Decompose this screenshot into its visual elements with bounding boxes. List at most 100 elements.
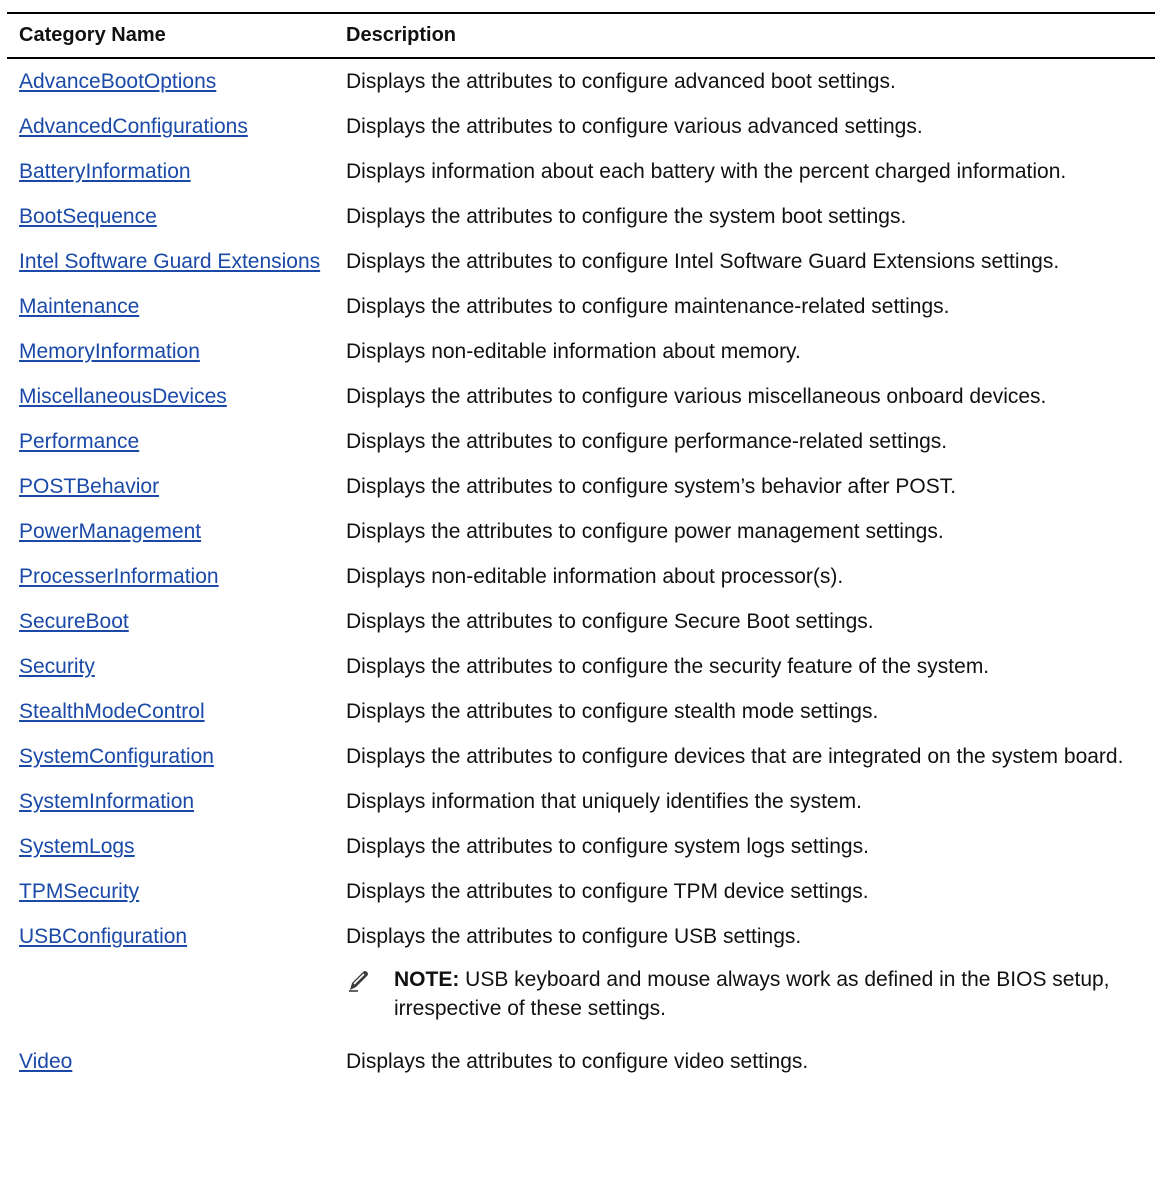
table-row: SecureBoot Displays the attributes to con… <box>7 599 1155 644</box>
table-row: AdvancedConfigurations Displays the attri… <box>7 104 1155 149</box>
description-text: Displays the attributes to configure adv… <box>346 70 896 93</box>
description-text: Displays the attributes to configure mai… <box>346 295 950 318</box>
table-row: MiscellaneousDevices Displays the attribu… <box>7 374 1155 419</box>
category-cell: Performance <box>7 419 337 464</box>
category-link[interactable]: SystemLogs <box>19 835 135 858</box>
table-row: SystemLogs Displays the attributes to con… <box>7 824 1155 869</box>
category-link[interactable]: StealthModeControl <box>19 700 205 723</box>
table-row: TPMSecurity Displays the attributes to co… <box>7 869 1155 914</box>
table-row: ProcesserInformation Displays non-editabl… <box>7 554 1155 599</box>
description-cell: Displays the attributes to configure dev… <box>337 734 1155 779</box>
description-cell: Displays the attributes to configure ste… <box>337 689 1155 734</box>
description-text: Displays the attributes to configure var… <box>346 385 1047 408</box>
description-cell: Displays the attributes to configure Int… <box>337 239 1155 284</box>
category-cell: Video <box>7 1039 337 1084</box>
category-cell: MemoryInformation <box>7 329 337 374</box>
category-link[interactable]: SecureBoot <box>19 610 129 633</box>
category-cell: BatteryInformation <box>7 149 337 194</box>
description-text: Displays the attributes to configure ste… <box>346 700 879 723</box>
header-description: Description <box>346 24 457 46</box>
description-text: Displays the attributes to configure per… <box>346 430 948 453</box>
description-cell: Displays the attributes to configure Sec… <box>337 599 1155 644</box>
category-cell: BootSequence <box>7 194 337 239</box>
category-link[interactable]: Performance <box>19 430 139 453</box>
category-link[interactable]: Intel Software Guard Extensions <box>19 250 320 273</box>
category-cell: MiscellaneousDevices <box>7 374 337 419</box>
table-row: USBConfiguration Displays the attributes … <box>7 914 1155 1039</box>
table-row: BootSequence Displays the attributes to c… <box>7 194 1155 239</box>
description-cell: Displays the attributes to configure per… <box>337 419 1155 464</box>
description-text: Displays the attributes to configure var… <box>346 115 923 138</box>
description-cell: Displays the attributes to configure the… <box>337 194 1155 239</box>
category-cell: POSTBehavior <box>7 464 337 509</box>
description-text: Displays the attributes to configure sys… <box>346 835 869 858</box>
category-cell: TPMSecurity <box>7 869 337 914</box>
description-cell: Displays the attributes to configure the… <box>337 644 1155 689</box>
description-cell: Displays information about each battery … <box>337 149 1155 194</box>
description-cell: Displays information that uniquely ident… <box>337 779 1155 824</box>
pencil-icon <box>349 971 368 992</box>
category-cell: SystemInformation <box>7 779 337 824</box>
description-text: Displays non-editable information about … <box>346 340 801 363</box>
category-cell: Security <box>7 644 337 689</box>
category-link[interactable]: BatteryInformation <box>19 160 191 183</box>
category-link[interactable]: BootSequence <box>19 205 157 228</box>
description-cell: Displays the attributes to configure mai… <box>337 284 1155 329</box>
table-row: MemoryInformation Displays non-editable i… <box>7 329 1155 374</box>
description-text: Displays the attributes to configure sys… <box>346 475 957 498</box>
category-cell: SystemConfiguration <box>7 734 337 779</box>
description-cell: Displays the attributes to configure var… <box>337 374 1155 419</box>
table-row: SystemConfiguration Displays the attribut… <box>7 734 1155 779</box>
category-link[interactable]: AdvanceBootOptions <box>19 70 216 93</box>
category-link[interactable]: USBConfiguration <box>19 925 187 948</box>
category-link[interactable]: Video <box>19 1050 72 1073</box>
description-cell: Displays the attributes to configure sys… <box>337 464 1155 509</box>
description-text: Displays non-editable information about … <box>346 565 844 588</box>
category-link[interactable]: Maintenance <box>19 295 139 318</box>
description-cell: Displays the attributes to configure adv… <box>337 58 1155 104</box>
description-text: Displays the attributes to configure the… <box>346 655 990 678</box>
category-cell: ProcesserInformation <box>7 554 337 599</box>
description-text: Displays the attributes to configure dev… <box>346 745 1124 768</box>
description-text: Displays information that uniquely ident… <box>346 790 862 813</box>
description-cell: Displays non-editable information about … <box>337 554 1155 599</box>
category-link[interactable]: Security <box>19 655 95 678</box>
table-row: StealthModeControl Displays the attribute… <box>7 689 1155 734</box>
note-label: NOTE: <box>394 968 460 991</box>
category-link[interactable]: MemoryInformation <box>19 340 200 363</box>
description-cell: Displays the attributes to configure USB… <box>337 914 1155 1039</box>
table-row: Video Displays the attributes to configur… <box>7 1039 1155 1084</box>
description-text: Displays the attributes to configure Sec… <box>346 610 874 633</box>
description-cell: Displays the attributes to configure TPM… <box>337 869 1155 914</box>
description-cell: Displays non-editable information about … <box>337 329 1155 374</box>
table-row: POSTBehavior Displays the attributes to c… <box>7 464 1155 509</box>
description-cell: Displays the attributes to configure pow… <box>337 509 1155 554</box>
description-text: Displays the attributes to configure USB… <box>346 925 802 948</box>
table-header: Category Name Description <box>7 13 1155 58</box>
category-link[interactable]: POSTBehavior <box>19 475 159 498</box>
table-row: AdvanceBootOptions Displays the attribute… <box>7 58 1155 104</box>
category-table: Category Name Description AdvanceBootOpt… <box>7 12 1155 1084</box>
table-row: Intel Software Guard Extensions Displays … <box>7 239 1155 284</box>
description-text: Displays the attributes to configure the… <box>346 205 907 228</box>
category-cell: Maintenance <box>7 284 337 329</box>
category-cell: SystemLogs <box>7 824 337 869</box>
category-link[interactable]: AdvancedConfigurations <box>19 115 248 138</box>
category-link[interactable]: MiscellaneousDevices <box>19 385 227 408</box>
table-row: SystemInformation Displays information th… <box>7 779 1155 824</box>
note-block: NOTE: USB keyboard and mouse always work… <box>346 965 1155 1023</box>
category-link[interactable]: PowerManagement <box>19 520 201 543</box>
category-link[interactable]: TPMSecurity <box>19 880 139 903</box>
table-body: AdvanceBootOptions Displays the attribute… <box>7 58 1155 1084</box>
document-page: Category Name Description AdvanceBootOpt… <box>0 0 1155 1182</box>
category-link[interactable]: ProcesserInformation <box>19 565 219 588</box>
category-link[interactable]: SystemConfiguration <box>19 745 214 768</box>
description-text: Displays the attributes to configure vid… <box>346 1050 809 1073</box>
description-cell: Displays the attributes to configure var… <box>337 104 1155 149</box>
category-cell: AdvanceBootOptions <box>7 58 337 104</box>
header-row: Category Name Description <box>7 13 1155 58</box>
description-text: Displays information about each battery … <box>346 160 1067 183</box>
category-cell: AdvancedConfigurations <box>7 104 337 149</box>
category-cell: Intel Software Guard Extensions <box>7 239 337 284</box>
category-link[interactable]: SystemInformation <box>19 790 194 813</box>
